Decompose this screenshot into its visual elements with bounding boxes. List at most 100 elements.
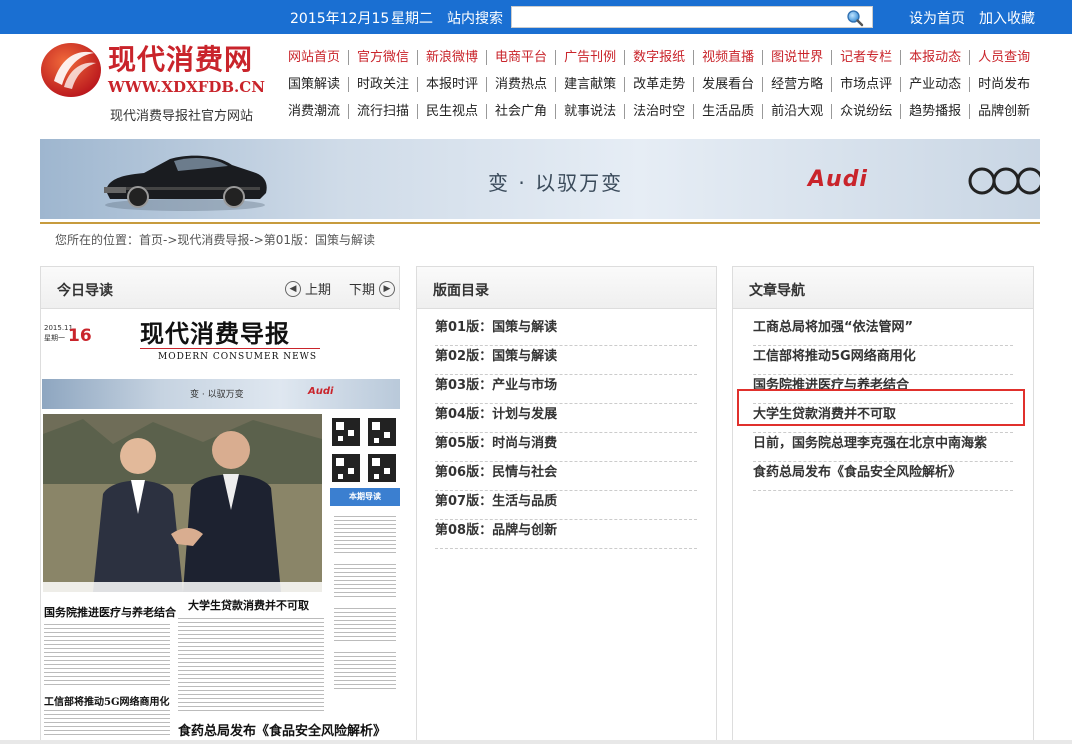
nav-link[interactable]: 时政关注: [348, 77, 417, 92]
prev-issue-label: 上期: [305, 283, 332, 298]
article-item[interactable]: 食药总局发布《食品安全风险解析》: [753, 462, 1013, 491]
next-issue-label: 下期: [349, 283, 376, 298]
paper-ad-strip: 变 · 以驭万变 Audi: [42, 379, 400, 409]
nav-link[interactable]: 消费热点: [486, 77, 555, 92]
edition-list: 第01版：国策与解读 第02版：国策与解读 第03版：产业与市场 第04版：计划…: [435, 317, 697, 549]
nav-link[interactable]: 生活品质: [693, 104, 762, 119]
audi-rings-icon: [968, 167, 1040, 195]
top-bar: 2015年12月15 星期二 站内搜索 设为首页 加入收藏: [0, 0, 1072, 34]
paper-headline-medical: 国务院推进医疗与养老结合: [44, 606, 176, 619]
banner-slogan: 变 · 以驭万变: [488, 171, 624, 195]
logo-cn-text: 现代消费网: [108, 43, 254, 76]
paper-title-rule: [140, 348, 320, 349]
articles-panel-header: 文章导航: [733, 267, 1033, 309]
site-logo[interactable]: 现代消费网 WWW.XDXFDB.CN 现代消费导报社官方网站: [40, 38, 270, 128]
nav-link[interactable]: 网站首页: [288, 50, 348, 65]
nav-link[interactable]: 市场点评: [831, 77, 900, 92]
paper-ad-slogan: 变 · 以驭万变: [190, 390, 244, 400]
edition-item[interactable]: 第02版：国策与解读: [435, 346, 697, 375]
breadcrumb: 您所在的位置：首页->现代消费导报->第01版：国策与解读: [55, 233, 376, 247]
today-panel: 今日导读 ◀ 上期 下期 ▶ 2015.11 星期一 16 现代消费导报 MOD…: [40, 266, 400, 744]
nav-link[interactable]: 图说世界: [762, 50, 831, 65]
search-icon[interactable]: [846, 9, 864, 27]
nav-link[interactable]: 前沿大观: [762, 104, 831, 119]
paper-headline-food-safety: 食药总局发布《食品安全风险解析》: [178, 724, 387, 739]
article-item[interactable]: 工信部将推动5G网络商用化: [753, 346, 1013, 375]
editions-panel-title: 版面目录: [433, 283, 489, 299]
paper-ad-brand: Audi: [308, 386, 334, 397]
add-favorite-link[interactable]: 加入收藏: [979, 8, 1035, 28]
search-box: [511, 6, 873, 28]
nav-link[interactable]: 本报时评: [417, 77, 486, 92]
edition-item[interactable]: 第01版：国策与解读: [435, 317, 697, 346]
nav-link[interactable]: 视频直播: [693, 50, 762, 65]
nav-link[interactable]: 法治时空: [624, 104, 693, 119]
editions-panel-header: 版面目录: [417, 267, 716, 309]
prev-issue-button[interactable]: ◀ 上期: [285, 279, 331, 298]
handshake-photo-image: [43, 414, 322, 592]
paper-page-number: 16: [68, 326, 92, 346]
paper-contents-header: 本期导读: [330, 488, 400, 506]
nav-link[interactable]: 经营方略: [762, 77, 831, 92]
nav-link[interactable]: 发展看台: [693, 77, 762, 92]
edition-item[interactable]: 第06版：民情与社会: [435, 462, 697, 491]
paper-headline-5g: 工信部将推动5G网络商用化: [44, 697, 170, 708]
nav-link[interactable]: 众说纷纭: [831, 104, 900, 119]
paper-weekday: 星期一: [44, 334, 65, 342]
nav-link[interactable]: 民生视点: [417, 104, 486, 119]
nav-link[interactable]: 流行扫描: [348, 104, 417, 119]
nav-link[interactable]: 建言献策: [555, 77, 624, 92]
nav-link[interactable]: 官方微信: [348, 50, 417, 65]
set-homepage-link[interactable]: 设为首页: [909, 8, 965, 28]
search-input[interactable]: [512, 7, 842, 27]
articles-panel-title: 文章导航: [749, 283, 805, 299]
nav-link[interactable]: 数字报纸: [624, 50, 693, 65]
newspaper-thumbnail[interactable]: 2015.11 星期一 16 现代消费导报 MODERN CONSUMER NE…: [42, 310, 400, 744]
ad-banner[interactable]: 变 · 以驭万变 Audi: [40, 139, 1040, 219]
edition-item[interactable]: 第07版：生活与品质: [435, 491, 697, 520]
paper-title-cn: 现代消费导报: [140, 319, 290, 348]
nav-row-secondary: 国策解读 时政关注 本报时评 消费热点 建言献策 改革走势 发展看台 经营方略 …: [288, 77, 1038, 92]
edition-item[interactable]: 第04版：计划与发展: [435, 404, 697, 433]
article-item[interactable]: 日前，国务院总理李克强在北京中南海紫: [753, 433, 1013, 462]
qr-codes-image: [330, 416, 400, 486]
nav-link[interactable]: 趋势播报: [900, 104, 969, 119]
chevron-left-icon: ◀: [285, 280, 301, 297]
front-page-photo: [43, 414, 322, 592]
nav-link[interactable]: 电商平台: [486, 50, 555, 65]
paper-headline-student-loan: 大学生贷款消费并不可取: [188, 599, 309, 612]
horizontal-scrollbar[interactable]: [0, 740, 1072, 744]
nav-row-primary: 网站首页 官方微信 新浪微博 电商平台 广告刊例 数字报纸 视频直播 图说世界 …: [288, 50, 1038, 65]
nav-link[interactable]: 本报动态: [900, 50, 969, 65]
nav-link[interactable]: 产业动态: [900, 77, 969, 92]
nav-link[interactable]: 记者专栏: [831, 50, 900, 65]
paper-contents-box: 本期导读: [330, 488, 400, 698]
nav-link[interactable]: 就事说法: [555, 104, 624, 119]
current-date: 2015年12月15: [290, 11, 390, 27]
paper-title-en: MODERN CONSUMER NEWS: [158, 352, 318, 362]
edition-item[interactable]: 第08版：品牌与创新: [435, 520, 697, 549]
highlighted-article-outline: [737, 389, 1025, 426]
current-weekday: 星期二: [391, 11, 433, 27]
edition-item[interactable]: 第03版：产业与市场: [435, 375, 697, 404]
nav-link[interactable]: 改革走势: [624, 77, 693, 92]
nav-link[interactable]: 人员查询: [969, 50, 1038, 65]
site-search-label: 站内搜索: [447, 11, 503, 27]
nav-link[interactable]: 消费潮流: [288, 104, 348, 119]
nav-link[interactable]: 品牌创新: [969, 104, 1038, 119]
nav-link[interactable]: 社会广角: [486, 104, 555, 119]
chevron-right-icon: ▶: [379, 280, 396, 297]
next-issue-button[interactable]: 下期 ▶: [349, 279, 396, 298]
edition-item[interactable]: 第05版：时尚与消费: [435, 433, 697, 462]
nav-link[interactable]: 时尚发布: [969, 77, 1038, 92]
nav-link[interactable]: 新浪微博: [417, 50, 486, 65]
article-item[interactable]: 工商总局将加强“依法管网”: [753, 317, 1013, 346]
banner-brand: Audi: [808, 167, 868, 192]
nav-row-tertiary: 消费潮流 流行扫描 民生视点 社会广角 就事说法 法治时空 生活品质 前沿大观 …: [288, 104, 1038, 119]
banner-divider: [40, 222, 1040, 224]
paper-masthead: 2015.11 星期一 16 现代消费导报 MODERN CONSUMER NE…: [42, 310, 400, 372]
logo-subtitle: 现代消费导报社官方网站: [110, 109, 254, 124]
nav-link[interactable]: 广告刊例: [555, 50, 624, 65]
logo-emblem-icon: [41, 43, 101, 97]
nav-link[interactable]: 国策解读: [288, 77, 348, 92]
